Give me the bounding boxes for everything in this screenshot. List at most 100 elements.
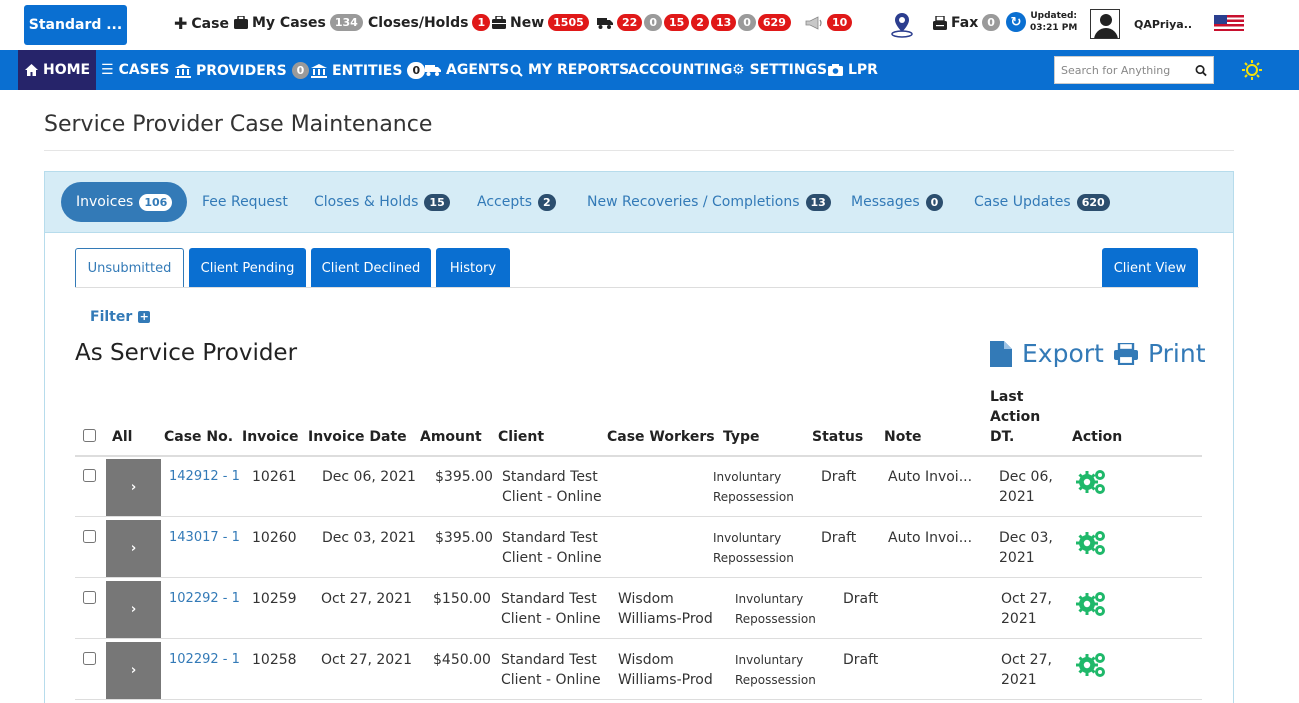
actions-gears-icon[interactable] xyxy=(1076,651,1108,679)
refresh-icon[interactable]: ↻ xyxy=(1006,12,1026,32)
search-icon[interactable] xyxy=(1195,64,1207,77)
nav-providers-label: PROVIDERS xyxy=(196,62,287,79)
col-header-case-workers[interactable]: Case Workers xyxy=(607,427,715,447)
tab-invoices[interactable]: Invoices 106 xyxy=(61,182,188,222)
row-checkbox[interactable] xyxy=(83,469,96,482)
col-header-note[interactable]: Note xyxy=(884,427,922,447)
nav-cases[interactable]: ☰ CASES xyxy=(101,62,169,78)
my-cases-count-badge: 134 xyxy=(329,14,363,31)
row-expand-button[interactable]: › xyxy=(106,581,161,638)
company-switcher-button[interactable]: Standard ... xyxy=(24,5,127,45)
new-case-button[interactable]: ✚ Case xyxy=(174,14,229,33)
nav-settings[interactable]: ⚙ SETTINGS xyxy=(732,62,827,78)
case-number-link[interactable]: 102292 - 1 xyxy=(169,589,240,609)
map-pin-icon[interactable] xyxy=(890,12,914,38)
actions-gears-icon[interactable] xyxy=(1076,468,1108,496)
nav-home[interactable]: HOME xyxy=(25,62,90,78)
invoice-number: 10260 xyxy=(252,530,297,546)
fax-label: Fax xyxy=(951,14,979,31)
tab-messages[interactable]: Messages 0 xyxy=(851,182,944,222)
subtab-client-pending[interactable]: Client Pending xyxy=(189,248,306,288)
invoice-date: Oct 27, 2021 xyxy=(321,591,412,607)
header-line: DT. xyxy=(990,429,1015,445)
nav-my-reports[interactable]: MY REPORTS xyxy=(510,62,629,78)
nav-agents[interactable]: AGENTS xyxy=(425,62,509,78)
truck-count-badge[interactable]: 2 xyxy=(691,14,709,31)
tab-new-recoveries[interactable]: New Recoveries / Completions 13 xyxy=(587,182,831,222)
col-header-status[interactable]: Status xyxy=(812,427,863,447)
col-header-client[interactable]: Client xyxy=(498,427,544,447)
us-flag-icon[interactable] xyxy=(1214,15,1244,31)
col-header-all[interactable]: All xyxy=(112,427,132,447)
my-cases-button[interactable]: My Cases 134 xyxy=(234,14,363,31)
user-avatar[interactable] xyxy=(1090,9,1120,39)
announcements-button[interactable]: 10 xyxy=(805,14,853,31)
subtab-history[interactable]: History xyxy=(436,248,510,288)
client-line: Client - Online xyxy=(502,489,602,505)
new-button[interactable]: New 1505 xyxy=(492,14,589,31)
filter-toggle[interactable]: Filter + xyxy=(90,309,151,325)
nav-home-label: HOME xyxy=(43,62,91,78)
print-button[interactable]: Print xyxy=(1114,339,1206,368)
subtab-unsubmitted[interactable]: Unsubmitted xyxy=(75,248,184,288)
col-header-invoice-date[interactable]: Invoice Date xyxy=(308,427,407,447)
actions-gears-icon[interactable] xyxy=(1076,529,1108,557)
megaphone-icon xyxy=(805,15,822,30)
theme-toggle-sun-icon[interactable] xyxy=(1242,60,1262,80)
col-header-invoice[interactable]: Invoice xyxy=(242,427,299,447)
tab-count-badge: 13 xyxy=(805,193,831,211)
date-line: 2021 xyxy=(999,489,1035,505)
case-number-link[interactable]: 143017 - 1 xyxy=(169,528,240,548)
select-all-checkbox[interactable] xyxy=(83,429,96,442)
tab-count-badge: 106 xyxy=(139,193,173,211)
global-search xyxy=(1054,56,1214,84)
col-header-amount[interactable]: Amount xyxy=(420,427,482,447)
truck-count-badge[interactable]: 629 xyxy=(757,14,791,31)
header-line: Last xyxy=(990,389,1024,405)
my-cases-label: My Cases xyxy=(252,14,326,31)
row-checkbox[interactable] xyxy=(83,530,96,543)
nav-lpr[interactable]: LPR xyxy=(828,62,878,78)
client-view-button[interactable]: Client View xyxy=(1102,248,1198,288)
tab-closes-holds[interactable]: Closes & Holds 15 xyxy=(314,182,450,222)
tab-fee-request[interactable]: Fee Request xyxy=(202,182,288,222)
truck-count-badge[interactable]: 0 xyxy=(644,14,662,31)
client-name: Standard Test Client - Online xyxy=(501,650,601,690)
nav-entities[interactable]: ENTITIES 0 xyxy=(311,62,426,79)
new-count-badge: 1505 xyxy=(548,14,589,31)
subtab-client-declined[interactable]: Client Declined xyxy=(311,248,431,288)
tab-case-updates[interactable]: Case Updates 620 xyxy=(974,182,1110,222)
case-number-link[interactable]: 142912 - 1 xyxy=(169,467,240,487)
tab-accepts[interactable]: Accepts 2 xyxy=(477,182,556,222)
truck-count-badge[interactable]: 22 xyxy=(617,14,643,31)
gear-icon: ⚙ xyxy=(732,62,745,78)
row-checkbox[interactable] xyxy=(83,591,96,604)
row-expand-button[interactable]: › xyxy=(106,642,161,699)
nav-providers[interactable]: PROVIDERS 0 xyxy=(175,62,310,79)
search-input[interactable] xyxy=(1061,63,1189,77)
truck-count-badge[interactable]: 15 xyxy=(663,14,690,31)
truck-count-badge[interactable]: 13 xyxy=(710,14,737,31)
actions-gears-icon[interactable] xyxy=(1076,590,1108,618)
username[interactable]: QAPriya.. xyxy=(1134,18,1192,31)
fax-button[interactable]: Fax 0 xyxy=(933,14,1000,31)
plus-icon: ✚ xyxy=(174,14,188,33)
col-header-case-no[interactable]: Case No. xyxy=(164,427,233,447)
truck-count-badge[interactable]: 0 xyxy=(738,14,756,31)
truck-status-group[interactable]: 22 0 15 2 13 0 629 xyxy=(597,14,791,31)
invoice-number: 10261 xyxy=(252,469,297,485)
export-button[interactable]: Export xyxy=(990,339,1104,368)
row-expand-button[interactable]: › xyxy=(106,520,161,577)
closes-holds-button[interactable]: Closes/Holds 1 xyxy=(368,14,491,31)
tab-count-badge: 0 xyxy=(925,193,944,211)
case-number-link[interactable]: 102292 - 1 xyxy=(169,650,240,670)
col-header-type[interactable]: Type xyxy=(723,427,760,447)
col-header-last-action-dt[interactable]: Last Action DT. xyxy=(990,387,1040,447)
tab-label: Fee Request xyxy=(202,194,288,210)
row-checkbox[interactable] xyxy=(83,652,96,665)
nav-accounting[interactable]: ACCOUNTING xyxy=(628,62,732,78)
row-divider xyxy=(75,577,1202,578)
last-updated: ↻ Updated: 03:21 PM xyxy=(1006,10,1077,34)
row-expand-button[interactable]: › xyxy=(106,459,161,516)
client-line: Client - Online xyxy=(501,672,601,688)
